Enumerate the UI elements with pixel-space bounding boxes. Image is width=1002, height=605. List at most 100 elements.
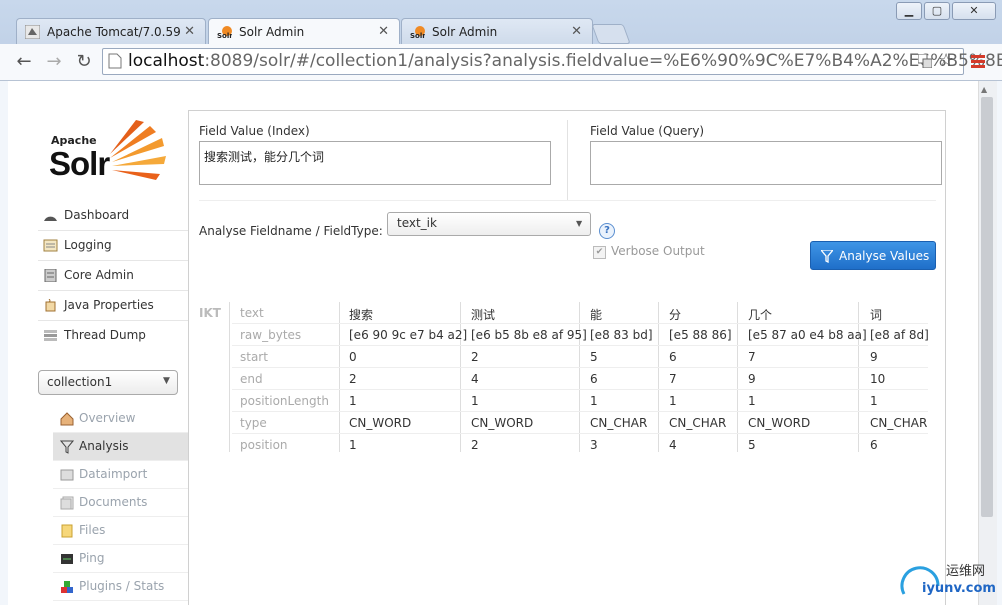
back-arrow-icon[interactable]: ← [12, 50, 36, 74]
close-tab-icon[interactable]: ✕ [571, 24, 582, 39]
token-position: 4 [669, 438, 677, 452]
help-icon[interactable]: ? [599, 223, 615, 239]
tab-solr-admin[interactable]: Solr Solr Admin ✕ [401, 18, 593, 44]
token-type: CN_CHAR [669, 416, 727, 430]
sidebar-item-documents[interactable]: Documents [53, 489, 188, 517]
token-text: 搜索 [349, 308, 374, 322]
solr-favicon-icon: Solr [217, 25, 233, 40]
column-divider [579, 302, 580, 452]
row-divider [232, 411, 928, 412]
attr-type: type [240, 416, 267, 430]
token-position: 6 [870, 438, 878, 452]
chevron-down-icon: ▼ [163, 376, 170, 386]
tab-tomcat[interactable]: Apache Tomcat/7.0.59 ✕ [16, 18, 206, 44]
tab-label: Apache Tomcat/7.0.59 [47, 25, 181, 39]
token-type: CN_WORD [471, 416, 534, 430]
sidebar-item-overview[interactable]: Overview [53, 405, 188, 433]
token-raw-bytes: [e6 90 9c e7 b4 a2] [349, 328, 468, 342]
token-end: 6 [590, 372, 598, 386]
row-divider [232, 323, 928, 324]
row-divider [232, 433, 928, 434]
token-start: 0 [349, 350, 357, 364]
watermark-domain: iyunv.com [922, 581, 996, 596]
token-raw-bytes: [e8 af 8d] [870, 328, 929, 342]
svg-text:Solr: Solr [217, 32, 232, 39]
token-position-length: 1 [669, 394, 677, 408]
token-position-length: 1 [870, 394, 878, 408]
page-icon [108, 53, 122, 72]
maximize-button[interactable]: ▢ [924, 2, 950, 20]
token-start: 7 [748, 350, 756, 364]
ping-icon [60, 552, 74, 566]
files-icon [60, 524, 74, 538]
index-value-textarea[interactable]: 搜索测试，能分几个词 [199, 141, 551, 185]
token-text: 几个 [748, 308, 773, 322]
column-divider [658, 302, 659, 452]
index-value-label: Field Value (Index) [199, 124, 310, 138]
core-selector[interactable]: collection1 ▼ [38, 370, 178, 395]
column-divider [339, 302, 340, 452]
sidebar-item-core-admin[interactable]: Core Admin [38, 261, 188, 291]
reload-icon[interactable]: ↻ [72, 50, 96, 74]
logo-solr-text: Solr [49, 145, 110, 182]
sidebar-item-plugins-stats[interactable]: Plugins / Stats [53, 573, 188, 601]
token-position-length: 1 [748, 394, 756, 408]
token-raw-bytes: [e8 83 bd] [590, 328, 653, 342]
token-end: 10 [870, 372, 886, 386]
token-type: CN_CHAR [870, 416, 928, 430]
sidebar-item-dataimport[interactable]: Dataimport [53, 461, 188, 489]
minimize-button[interactable]: ▁ [896, 2, 922, 20]
attr-text: text [240, 306, 264, 320]
chevron-down-icon: ▼ [576, 219, 583, 228]
row-divider [232, 345, 928, 346]
token-raw-bytes: [e5 87 a0 e4 b8 aa] [748, 328, 867, 342]
fieldtype-select[interactable]: text_ik ▼ [387, 212, 591, 236]
translate-icon[interactable] [917, 53, 933, 71]
sidebar-item-logging[interactable]: Logging [38, 231, 188, 261]
token-type: CN_WORD [748, 416, 811, 430]
fieldtype-label: Analyse Fieldname / FieldType: [199, 224, 383, 238]
row-divider [232, 367, 928, 368]
sidebar-item-thread-dump[interactable]: Thread Dump [38, 321, 188, 351]
sidebar-item-files[interactable]: Files [53, 517, 188, 545]
sidebar-item-analysis[interactable]: Analysis [53, 433, 188, 461]
token-position: 1 [349, 438, 357, 452]
tab-label: Solr Admin [432, 25, 498, 39]
new-tab-button[interactable] [591, 24, 631, 44]
token-position-length: 1 [590, 394, 598, 408]
query-value-label: Field Value (Query) [590, 124, 705, 138]
plugins-icon [60, 580, 74, 594]
close-window-button[interactable]: ✕ [952, 2, 996, 20]
token-end: 2 [349, 372, 357, 386]
sidebar-item-dashboard[interactable]: Dashboard [38, 201, 188, 231]
watermark-text: 运维网 [946, 564, 986, 579]
filter-icon [819, 249, 835, 266]
column-divider [858, 302, 859, 452]
close-tab-icon[interactable]: ✕ [378, 24, 389, 39]
menu-icon[interactable] [971, 54, 985, 71]
scrollbar-thumb[interactable] [981, 97, 993, 517]
scroll-up-arrow-icon[interactable]: ▲ [981, 85, 987, 94]
dashboard-icon [43, 209, 58, 222]
forward-arrow-icon[interactable]: → [42, 50, 66, 74]
attr-start: start [240, 350, 268, 364]
row-divider [232, 389, 928, 390]
analyzer-name: IKT [199, 306, 221, 320]
url-text: localhost:8089/solr/#/collection1/analys… [128, 51, 1002, 71]
documents-icon [60, 496, 74, 510]
token-start: 9 [870, 350, 878, 364]
sidebar-item-ping[interactable]: Ping [53, 545, 188, 573]
query-value-textarea[interactable] [590, 141, 942, 185]
token-start: 5 [590, 350, 598, 364]
token-raw-bytes: [e6 b5 8b e8 af 95] [471, 328, 587, 342]
analyse-values-button[interactable]: Analyse Values [810, 241, 936, 270]
tab-solr-admin-active[interactable]: Solr Solr Admin ✕ [208, 18, 400, 44]
verbose-output-checkbox[interactable]: ✔ [593, 246, 606, 259]
bookmark-star-icon[interactable]: ☆ [938, 50, 954, 71]
token-text: 能 [590, 308, 603, 322]
close-tab-icon[interactable]: ✕ [184, 24, 195, 39]
tab-label: Solr Admin [239, 25, 305, 39]
sidebar-item-java-properties[interactable]: Java Properties [38, 291, 188, 321]
token-position: 3 [590, 438, 598, 452]
core-admin-icon [43, 268, 58, 283]
